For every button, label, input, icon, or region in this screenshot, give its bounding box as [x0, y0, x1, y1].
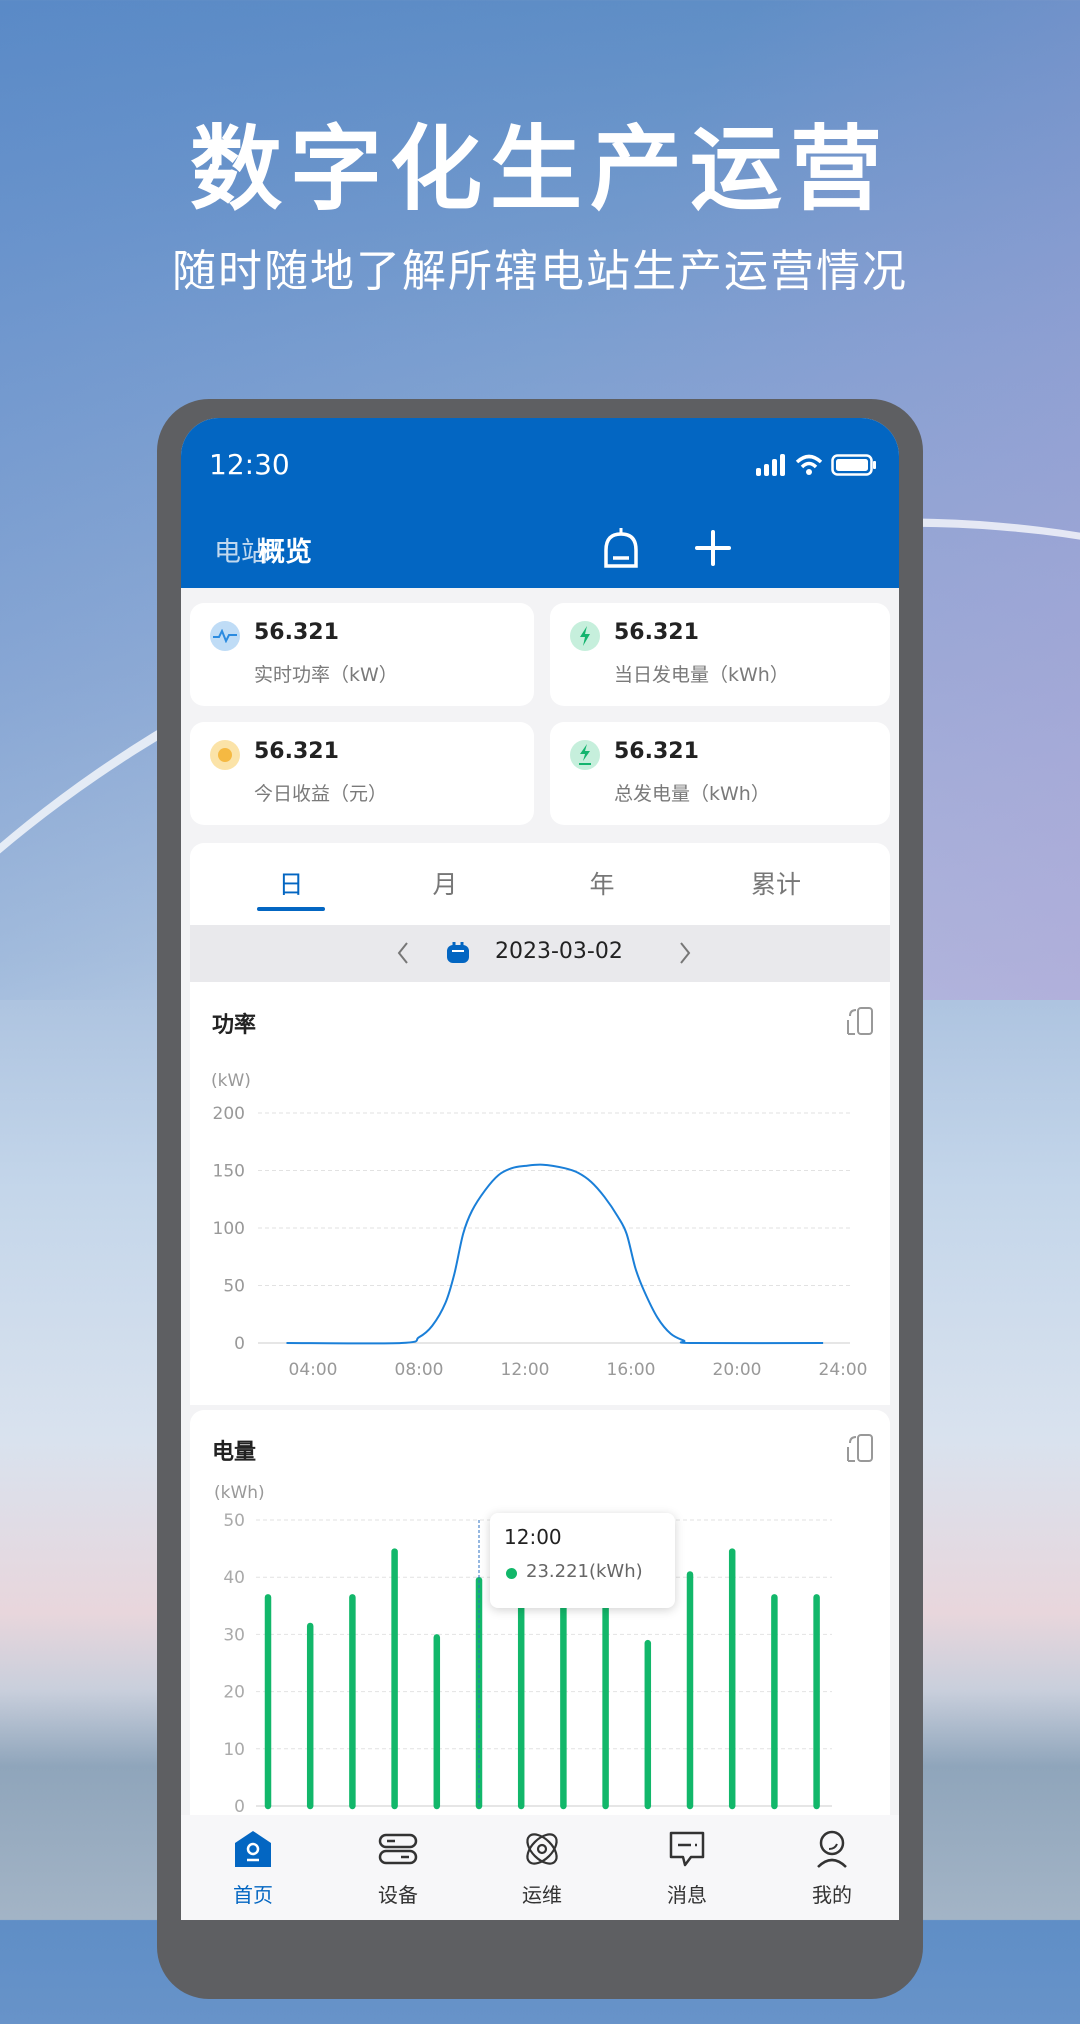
y-tick-label: 20	[223, 1683, 245, 1703]
nav-label: 运维	[522, 1883, 562, 1907]
nav-label: 首页	[233, 1883, 273, 1907]
maintenance-icon	[526, 1833, 558, 1865]
y-axis-unit: (kWh)	[214, 1483, 265, 1503]
nav-label: 消息	[667, 1883, 707, 1907]
tooltip-value: 23.221(kWh)	[526, 1561, 643, 1582]
energy-chart: (kWh) 50 40 30 20 10 0	[214, 1483, 832, 1817]
y-tick-label: 40	[223, 1568, 245, 1588]
message-icon	[669, 1831, 705, 1867]
chart-tooltip: 12:00 23.221(kWh)	[490, 1513, 675, 1608]
device-icon	[378, 1833, 418, 1865]
y-tick-label: 10	[223, 1740, 245, 1760]
hero-title: 数字化生产运营	[189, 116, 890, 223]
nav-home[interactable]: 首页	[208, 1829, 298, 1908]
nav-label: 设备	[378, 1883, 418, 1907]
tooltip-dot	[506, 1568, 517, 1579]
home-icon	[235, 1831, 271, 1867]
nav-messages[interactable]: 消息	[642, 1829, 732, 1908]
y-tick-label: 30	[223, 1625, 245, 1645]
nav-profile[interactable]: 我的	[787, 1829, 877, 1908]
hero-subtitle: 随时随地了解所辖电站生产运营情况	[172, 246, 908, 297]
profile-icon	[817, 1830, 847, 1868]
bottom-nav: 首页 设备 运维 消息 我的	[181, 1815, 899, 1920]
phone-screen: 12:30 电站 概览 56.321 实时功率（kW） 56.321 当日发电量…	[181, 418, 899, 1920]
nav-maintenance[interactable]: 运维	[497, 1829, 587, 1908]
tooltip-time: 12:00	[504, 1525, 562, 1549]
nav-label: 我的	[812, 1883, 852, 1907]
y-tick-label: 0	[234, 1797, 245, 1817]
y-tick-label: 50	[223, 1511, 245, 1531]
nav-device[interactable]: 设备	[353, 1829, 443, 1908]
